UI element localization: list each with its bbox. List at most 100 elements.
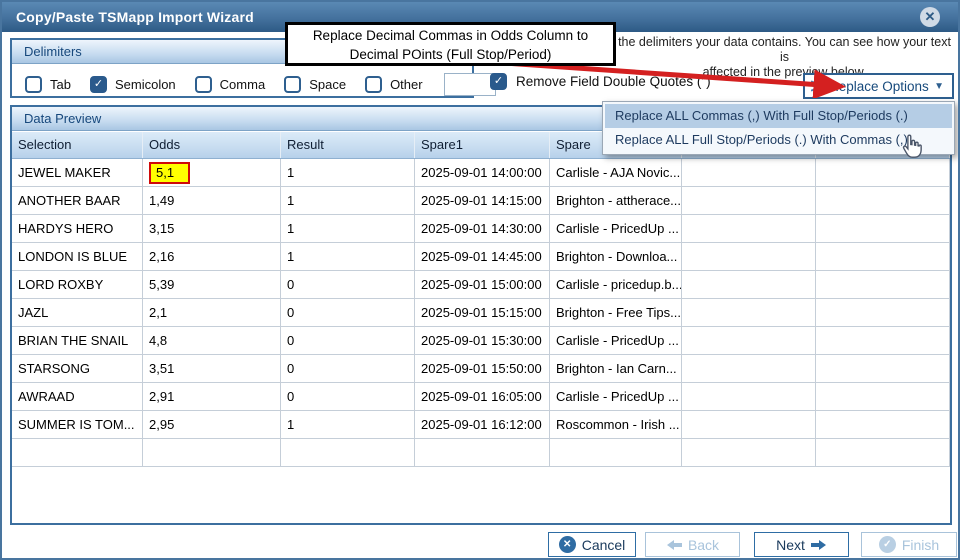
table-cell: 2025-09-01 15:50:00 — [415, 355, 550, 382]
table-cell: 2,95 — [143, 411, 281, 438]
table-cell: Roscommon - Irish ... — [550, 411, 682, 438]
table-cell — [143, 439, 281, 466]
menu-item-commas-to-periods[interactable]: Replace ALL Commas (,) With Full Stop/Pe… — [605, 104, 952, 128]
table-cell — [682, 159, 816, 186]
delimiter-option-semicolon[interactable]: ✓ Semicolon — [90, 76, 176, 93]
column-header-spare1: Spare1 — [415, 132, 550, 158]
replace-options-label: Replace Options — [829, 79, 934, 94]
table-cell — [816, 215, 950, 242]
delimiter-option-tab[interactable]: Tab — [25, 76, 71, 93]
table-row[interactable] — [12, 439, 950, 467]
delimiter-option-comma[interactable]: Comma — [195, 76, 266, 93]
table-cell: 0 — [281, 327, 415, 354]
table-row[interactable]: HARDYS HERO3,1512025-09-01 14:30:00Carli… — [12, 215, 950, 243]
finish-button[interactable]: ✓ Finish — [861, 532, 957, 557]
table-cell: 4,8 — [143, 327, 281, 354]
table-cell — [682, 243, 816, 270]
next-arrow-icon — [811, 539, 827, 551]
table-cell: 5,39 — [143, 271, 281, 298]
delimiter-label: Space — [309, 77, 346, 92]
table-cell: Carlisle - pricedup.b... — [550, 271, 682, 298]
table-cell: Brighton - attherace... — [550, 187, 682, 214]
table-cell: 0 — [281, 383, 415, 410]
table-cell — [816, 383, 950, 410]
delimiter-option-other[interactable]: Other — [365, 76, 423, 93]
table-cell — [682, 327, 816, 354]
close-icon[interactable]: ✕ — [920, 7, 940, 27]
table-cell: 1 — [281, 411, 415, 438]
table-cell: LONDON IS BLUE — [12, 243, 143, 270]
other-delimiter-input[interactable] — [444, 73, 496, 96]
table-cell — [682, 355, 816, 382]
delimiter-label: Comma — [220, 77, 266, 92]
replace-options-menu: Replace ALL Commas (,) With Full Stop/Pe… — [602, 101, 955, 155]
chevron-down-icon: ▼ — [934, 81, 946, 92]
menu-item-periods-to-commas[interactable]: Replace ALL Full Stop/Periods (.) With C… — [605, 128, 952, 152]
table-cell: Carlisle - PricedUp ... — [550, 383, 682, 410]
table-cell: 2025-09-01 14:15:00 — [415, 187, 550, 214]
back-arrow-icon — [666, 539, 682, 551]
table-row[interactable]: AWRAAD2,9102025-09-01 16:05:00Carlisle -… — [12, 383, 950, 411]
table-row[interactable]: ANOTHER BAAR1,4912025-09-01 14:15:00Brig… — [12, 187, 950, 215]
delimiter-label: Tab — [50, 77, 71, 92]
remove-quotes-label: Remove Field Double Quotes (") — [516, 74, 711, 89]
table-cell: 2025-09-01 15:15:00 — [415, 299, 550, 326]
replace-options-button[interactable]: Replace Options ▼ — [803, 73, 954, 99]
shuffle-icon — [810, 77, 829, 95]
import-wizard-dialog: Copy/Paste TSMapp Import Wizard ✕ Delimi… — [0, 0, 960, 560]
table-cell — [816, 299, 950, 326]
table-cell — [415, 439, 550, 466]
table-row[interactable]: LORD ROXBY5,3902025-09-01 15:00:00Carlis… — [12, 271, 950, 299]
table-cell — [816, 327, 950, 354]
table-cell: LORD ROXBY — [12, 271, 143, 298]
delimiter-option-space[interactable]: Space — [284, 76, 346, 93]
table-row[interactable]: JEWEL MAKER5,112025-09-01 14:00:00Carlis… — [12, 159, 950, 187]
finish-check-icon: ✓ — [879, 536, 896, 553]
table-cell: ANOTHER BAAR — [12, 187, 143, 214]
table-cell — [281, 439, 415, 466]
data-preview-group: Data Preview SelectionOddsResultSpare1Sp… — [10, 105, 952, 525]
checkbox[interactable] — [25, 76, 42, 93]
table-cell: 0 — [281, 355, 415, 382]
checkbox[interactable] — [284, 76, 301, 93]
table-cell: 1 — [281, 187, 415, 214]
table-row[interactable]: SUMMER IS TOM...2,9512025-09-01 16:12:00… — [12, 411, 950, 439]
table-cell: JAZL — [12, 299, 143, 326]
back-button[interactable]: Back — [645, 532, 740, 557]
preview-table: SelectionOddsResultSpare1Spare JEWEL MAK… — [12, 132, 950, 467]
table-row[interactable]: LONDON IS BLUE2,1612025-09-01 14:45:00Br… — [12, 243, 950, 271]
cancel-button[interactable]: ✕ Cancel — [548, 532, 636, 557]
column-header-selection: Selection — [12, 132, 143, 158]
table-cell: 1 — [281, 159, 415, 186]
table-cell: Brighton - Ian Carn... — [550, 355, 682, 382]
table-cell: STARSONG — [12, 355, 143, 382]
table-cell: SUMMER IS TOM... — [12, 411, 143, 438]
cancel-x-icon: ✕ — [559, 536, 576, 553]
table-cell — [682, 187, 816, 214]
checkbox[interactable] — [195, 76, 212, 93]
table-cell — [682, 215, 816, 242]
table-cell: 1 — [281, 215, 415, 242]
table-cell: JEWEL MAKER — [12, 159, 143, 186]
table-cell: HARDYS HERO — [12, 215, 143, 242]
table-cell: 2025-09-01 15:00:00 — [415, 271, 550, 298]
table-cell — [682, 439, 816, 466]
delimiter-label: Semicolon — [115, 77, 176, 92]
annotation-callout: Replace Decimal Commas in Odds Column to… — [285, 22, 616, 66]
remove-quotes-option[interactable]: ✓ Remove Field Double Quotes (") — [490, 73, 711, 90]
table-row[interactable]: BRIAN THE SNAIL4,802025-09-01 15:30:00Ca… — [12, 327, 950, 355]
checkbox[interactable] — [365, 76, 382, 93]
table-cell: AWRAAD — [12, 383, 143, 410]
table-cell: 2025-09-01 14:30:00 — [415, 215, 550, 242]
remove-quotes-checkbox[interactable]: ✓ — [490, 73, 507, 90]
next-button[interactable]: Next — [754, 532, 849, 557]
table-cell: Brighton - Downloa... — [550, 243, 682, 270]
checkbox[interactable]: ✓ — [90, 76, 107, 93]
delimiter-label: Other — [390, 77, 423, 92]
table-cell: BRIAN THE SNAIL — [12, 327, 143, 354]
table-cell: 2025-09-01 16:12:00 — [415, 411, 550, 438]
table-cell — [816, 355, 950, 382]
table-row[interactable]: STARSONG3,5102025-09-01 15:50:00Brighton… — [12, 355, 950, 383]
table-row[interactable]: JAZL2,102025-09-01 15:15:00Brighton - Fr… — [12, 299, 950, 327]
table-cell — [816, 187, 950, 214]
